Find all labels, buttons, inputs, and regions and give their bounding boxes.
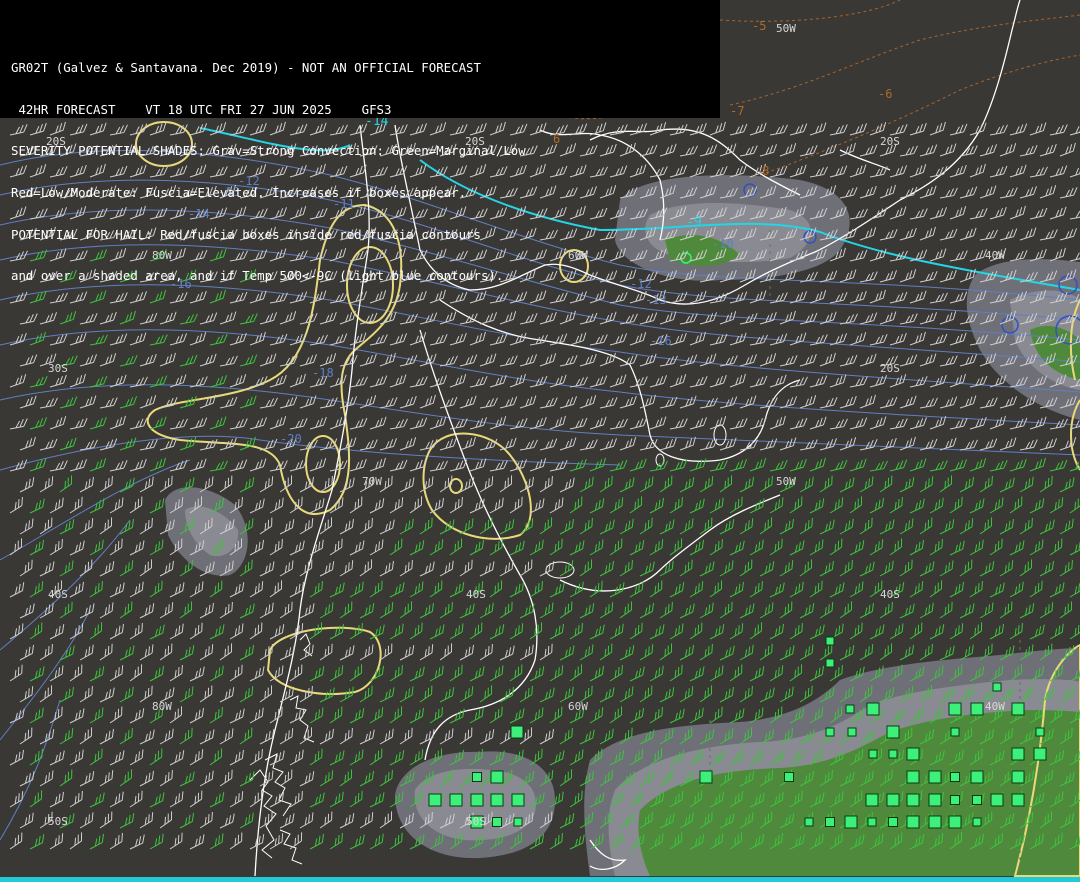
hail-box bbox=[825, 817, 835, 827]
hail-box bbox=[825, 658, 835, 668]
lat-50s-label: 50S bbox=[48, 815, 68, 828]
hail-box bbox=[906, 747, 920, 761]
hail-box bbox=[825, 727, 835, 737]
lat-40s-mid-label: 40S bbox=[466, 588, 486, 601]
hail-box bbox=[428, 793, 442, 807]
hail-box bbox=[886, 793, 900, 807]
hail-box bbox=[845, 704, 855, 714]
lat-40s-label: 40S bbox=[48, 588, 68, 601]
hail-box bbox=[972, 817, 982, 827]
hail-box bbox=[906, 815, 920, 829]
lat-50s-mid-label: 50S bbox=[466, 815, 486, 828]
lon-50w-top-label: 50W bbox=[776, 22, 796, 35]
hail-box bbox=[510, 725, 524, 739]
header-legend-line: Red=Low/Moderate: Fuscia=Elevated. Incre… bbox=[11, 184, 467, 200]
hail-box bbox=[948, 702, 962, 716]
hail-box bbox=[970, 702, 984, 716]
warm-contour-label: -6 bbox=[878, 87, 892, 101]
hail-box bbox=[472, 772, 482, 782]
hail-box bbox=[948, 815, 962, 829]
hail-box bbox=[1035, 727, 1045, 737]
hail-box bbox=[970, 770, 984, 784]
header-forecast-line: 42HR FORECAST VT 18 UTC FRI 27 JUN 2025 … bbox=[11, 101, 392, 117]
hail-box bbox=[492, 817, 502, 827]
hail-box bbox=[1011, 770, 1025, 784]
forecast-header: GR02T (Galvez & Santavana. Dec 2019) - N… bbox=[0, 0, 720, 283]
hail-box bbox=[972, 795, 982, 805]
hail-box bbox=[490, 770, 504, 784]
isotherm-label: -18 bbox=[312, 366, 334, 380]
hail-box bbox=[1011, 702, 1025, 716]
hail-box bbox=[886, 725, 900, 739]
hail-box bbox=[990, 793, 1004, 807]
hail-box bbox=[906, 770, 920, 784]
hail-box bbox=[928, 793, 942, 807]
hail-box bbox=[992, 682, 1002, 692]
hail-box bbox=[513, 817, 523, 827]
hail-box bbox=[888, 749, 898, 759]
lat-20s-right-label: 20S bbox=[880, 135, 900, 148]
warm-contour-label: -8 bbox=[755, 164, 769, 178]
hail-box bbox=[470, 793, 484, 807]
hail-box bbox=[950, 727, 960, 737]
hail-box bbox=[847, 727, 857, 737]
warm-contour-label: -7 bbox=[730, 104, 744, 118]
lat-30s-label: 30S bbox=[48, 362, 68, 375]
lon-40w-top-label: 40W bbox=[985, 249, 1005, 262]
lat-20s-far-label: 20S bbox=[880, 362, 900, 375]
hail-box bbox=[928, 770, 942, 784]
hail-box bbox=[699, 770, 713, 784]
header-title-line: GR02T (Galvez & Santavana. Dec 2019) - N… bbox=[11, 59, 481, 75]
hail-box bbox=[866, 702, 880, 716]
bottom-border bbox=[0, 877, 1080, 882]
hail-box bbox=[449, 793, 463, 807]
lon-70w-label: 70W bbox=[362, 475, 382, 488]
hail-box bbox=[804, 817, 814, 827]
hail-box bbox=[825, 636, 835, 646]
warm-contour-label: -5 bbox=[752, 19, 766, 33]
hail-box bbox=[888, 817, 898, 827]
hail-box bbox=[950, 772, 960, 782]
hail-box bbox=[928, 815, 942, 829]
hail-box bbox=[868, 749, 878, 759]
isotherm-label: -16 bbox=[650, 334, 672, 348]
lon-60w-bottom-label: 60W bbox=[568, 700, 588, 713]
isotherm-label: -20 bbox=[280, 432, 302, 446]
hail-box bbox=[784, 772, 794, 782]
hail-box bbox=[1011, 747, 1025, 761]
lat-40s-right-label: 40S bbox=[880, 588, 900, 601]
hail-box bbox=[844, 815, 858, 829]
hail-box bbox=[511, 793, 525, 807]
header-hail-line: and over a shaded area, and if Temp 500<… bbox=[11, 268, 504, 284]
header-hail-line: POTENTIAL FOR HAIL: Red/fuscia boxes ins… bbox=[11, 226, 481, 242]
hail-box bbox=[1033, 747, 1047, 761]
hail-box bbox=[867, 817, 877, 827]
hail-box bbox=[490, 793, 504, 807]
lon-80w-bottom-label: 80W bbox=[152, 700, 172, 713]
header-legend-line: SEVERITY POTENTIAL SHADES: Grav=Strong C… bbox=[11, 143, 526, 159]
hail-box bbox=[865, 793, 879, 807]
hail-box bbox=[906, 793, 920, 807]
lon-50w-mid-label: 50W bbox=[776, 475, 796, 488]
hail-box bbox=[950, 795, 960, 805]
hail-box bbox=[1011, 793, 1025, 807]
lon-40w-bottom-label: 40W bbox=[985, 700, 1005, 713]
